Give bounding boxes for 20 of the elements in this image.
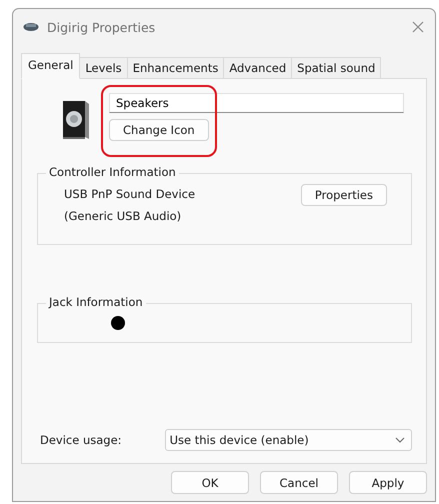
change-icon-button[interactable]: Change Icon [109, 119, 209, 141]
tab[interactable]: General [21, 53, 80, 79]
chevron-down-icon [395, 437, 405, 443]
close-button[interactable] [411, 20, 425, 34]
dialog-button[interactable]: Apply [349, 471, 427, 494]
dialog-button[interactable]: OK [171, 471, 249, 494]
driver-name: (Generic USB Audio) [64, 209, 182, 223]
dialog-button[interactable]: Cancel [260, 471, 338, 494]
device-name: USB PnP Sound Device [64, 187, 196, 201]
window-title: Digirig Properties [47, 20, 156, 34]
speaker-device-icon [23, 22, 39, 32]
group-title: Jack Information [46, 295, 146, 309]
group-title: Controller Information [46, 165, 179, 179]
speaker-icon [63, 101, 89, 139]
jack-dot-icon [111, 316, 125, 330]
device-usage-label: Device usage: [40, 433, 122, 447]
device-usage-dropdown[interactable]: Use this device (enable) [164, 429, 412, 451]
name-field[interactable]: Speakers [109, 93, 404, 113]
properties-button[interactable]: Properties [300, 184, 387, 206]
tab[interactable]: Spatial sound [291, 57, 382, 79]
